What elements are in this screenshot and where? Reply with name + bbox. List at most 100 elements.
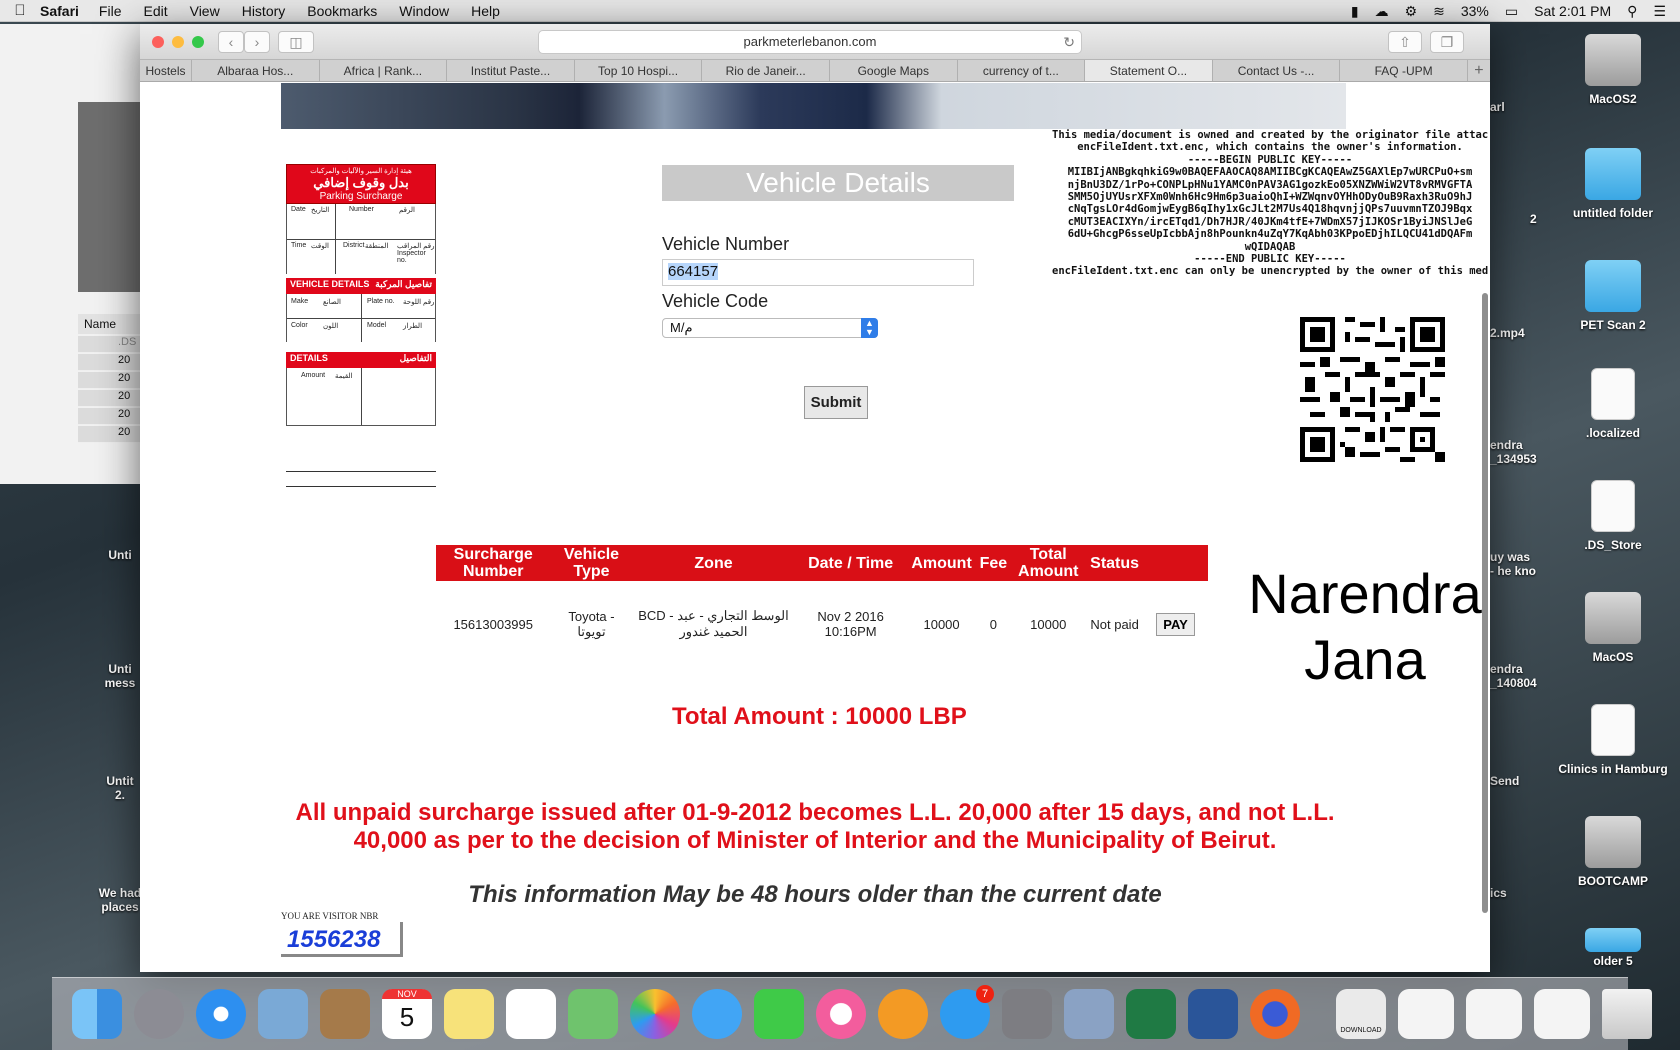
launchpad-dock-icon[interactable]	[134, 989, 184, 1039]
battery-icon[interactable]: ▭	[1505, 3, 1518, 20]
status-icon-3[interactable]: ⚙	[1405, 3, 1418, 20]
desktop-icon-clinics[interactable]: Clinics in Hamburg	[1558, 704, 1668, 776]
desktop-icon-localized[interactable]: .localized	[1558, 368, 1668, 440]
excel-dock-icon[interactable]	[1126, 989, 1176, 1039]
desktop-partial-label[interactable]: 2.mp4	[1490, 326, 1550, 340]
vehicle-details-title: Vehicle Details	[662, 165, 1014, 201]
share-button[interactable]: ⇧	[1388, 31, 1422, 53]
reload-icon[interactable]: ↻	[1063, 31, 1075, 53]
safari-dock-icon[interactable]	[196, 989, 246, 1039]
itunes-dock-icon[interactable]	[816, 989, 866, 1039]
finder-dock-icon[interactable]	[72, 989, 122, 1039]
col-vehicle-type: Vehicle Type	[550, 545, 633, 581]
app-store-dock-icon[interactable]: 7	[940, 985, 994, 1039]
tab-hostels[interactable]: Hostels	[140, 60, 192, 81]
word-dock-icon[interactable]	[1188, 989, 1238, 1039]
notification-center-icon[interactable]: ☰	[1653, 3, 1666, 20]
tab-albaraa[interactable]: Albaraa Hos...	[192, 60, 320, 81]
menu-file[interactable]: File	[99, 3, 122, 19]
recent-document-thumbnail[interactable]	[1534, 989, 1590, 1039]
desktop-icon-folder-5[interactable]: older 5	[1558, 928, 1668, 972]
col-action	[1143, 545, 1208, 581]
desktop-icon-pet-scan[interactable]: PET Scan 2	[1558, 260, 1668, 332]
menu-view[interactable]: View	[190, 3, 220, 19]
page-scrollbar[interactable]	[1482, 293, 1488, 913]
desktop-partial-label[interactable]: uy was - he kno	[1490, 550, 1560, 578]
recent-document-thumbnail[interactable]	[1398, 989, 1454, 1039]
tab-africa[interactable]: Africa | Rank...	[320, 60, 448, 81]
tab-institut-pasteur[interactable]: Institut Paste...	[447, 60, 575, 81]
desktop-icon-macos2[interactable]: MacOS2	[1558, 34, 1668, 106]
tab-google-maps[interactable]: Google Maps	[830, 60, 958, 81]
reminders-dock-icon[interactable]	[506, 989, 556, 1039]
desktop-icon-ds-store[interactable]: .DS_Store	[1558, 480, 1668, 552]
tab-rio[interactable]: Rio de Janeir...	[702, 60, 830, 81]
submit-button[interactable]: Submit	[804, 386, 868, 419]
preview-dock-icon[interactable]	[258, 989, 308, 1039]
close-window-button[interactable]	[152, 36, 164, 48]
tab-currency[interactable]: currency of t...	[958, 60, 1086, 81]
messages-dock-icon[interactable]	[692, 989, 742, 1039]
facetime-dock-icon[interactable]	[754, 989, 804, 1039]
recent-document-thumbnail[interactable]	[1466, 989, 1522, 1039]
downloads-stack-icon[interactable]: DOWNLOAD	[1336, 989, 1386, 1039]
ticket-title: Parking Surcharge	[319, 191, 403, 202]
back-button[interactable]: ‹	[218, 31, 244, 53]
tab-contact-us[interactable]: Contact Us -...	[1213, 60, 1341, 81]
desktop-partial-label[interactable]: ics	[1490, 886, 1550, 900]
tab-faq[interactable]: FAQ -UPM	[1340, 60, 1468, 81]
calendar-dock-icon[interactable]: NOV 5	[382, 989, 432, 1039]
desktop-icon-untitled-folder[interactable]: untitled folder	[1558, 148, 1668, 220]
wifi-icon[interactable]: ≋	[1433, 3, 1445, 20]
background-finder-window[interactable]: Name .DS 20 20 20 20 20	[0, 24, 150, 484]
address-bar[interactable]: parkmeterlebanon.com ↻	[538, 30, 1082, 54]
menu-history[interactable]: History	[242, 3, 286, 19]
maximize-window-button[interactable]	[192, 36, 204, 48]
desktop-icon-macos[interactable]: MacOS	[1558, 592, 1668, 664]
desktop-partial-label[interactable]: Send	[1490, 774, 1550, 788]
firefox-dock-icon[interactable]	[1250, 989, 1300, 1039]
menu-window[interactable]: Window	[399, 3, 449, 19]
vehicle-code-select[interactable]: M/م ▲ ▼	[662, 318, 878, 338]
desktop-partial-label[interactable]: arl	[1490, 100, 1530, 114]
menu-app-name[interactable]: Safari	[40, 3, 79, 19]
contacts-dock-icon[interactable]	[320, 989, 370, 1039]
new-tab-button[interactable]: +	[1468, 60, 1490, 81]
tabs-overview-button[interactable]: ❐	[1430, 31, 1464, 53]
desktop-icon-bootcamp[interactable]: BOOTCAMP	[1558, 816, 1668, 888]
ibooks-dock-icon[interactable]	[878, 989, 928, 1039]
tab-top10-hospitals[interactable]: Top 10 Hospi...	[575, 60, 703, 81]
tab-statement-active[interactable]: Statement O...	[1085, 60, 1213, 81]
calendar-day: 5	[399, 1002, 415, 1032]
ticket-field-label: الصانع	[323, 299, 341, 306]
desktop-icon-label: untitled folder	[1573, 206, 1653, 220]
forward-button[interactable]: ›	[244, 31, 270, 53]
menu-help[interactable]: Help	[471, 3, 500, 19]
header-banner-image	[281, 83, 1346, 129]
battery-indicator[interactable]: 33%	[1461, 3, 1489, 19]
minimize-window-button[interactable]	[172, 36, 184, 48]
sidebar-toggle-button[interactable]: ◫	[278, 31, 314, 53]
parking-surcharge-ticket-image: هيئة إدارة السير والآليات والمركبات بدل …	[286, 164, 436, 487]
spotlight-search-icon[interactable]: ⚲	[1627, 3, 1637, 20]
menu-bookmarks[interactable]: Bookmarks	[307, 3, 377, 19]
status-icon-2[interactable]: ☁	[1375, 3, 1389, 20]
photos-dock-icon[interactable]	[630, 989, 680, 1039]
maps-dock-icon[interactable]	[568, 989, 618, 1039]
directory-utility-dock-icon[interactable]	[1064, 989, 1114, 1039]
ticket-field-label: الطراز	[403, 323, 423, 330]
clock[interactable]: Sat 2:01 PM	[1534, 3, 1611, 19]
status-icon-1[interactable]: ▮	[1351, 3, 1359, 20]
desktop-partial-label[interactable]: endra _134953	[1490, 438, 1560, 466]
notes-dock-icon[interactable]	[444, 989, 494, 1039]
system-preferences-dock-icon[interactable]	[1002, 989, 1052, 1039]
trash-dock-icon[interactable]	[1602, 989, 1652, 1039]
visitor-counter-label: YOU ARE VISITOR NBR	[281, 911, 379, 921]
vehicle-number-input[interactable]: 664157	[662, 259, 974, 286]
pay-button[interactable]: PAY	[1156, 612, 1195, 636]
menu-edit[interactable]: Edit	[143, 3, 167, 19]
apple-menu-icon[interactable]: 	[0, 2, 40, 19]
desktop-partial-label[interactable]: endra _140804	[1490, 662, 1560, 690]
desktop-icon-label: .DS_Store	[1584, 538, 1642, 552]
desktop-partial-label[interactable]: 2	[1530, 212, 1550, 226]
